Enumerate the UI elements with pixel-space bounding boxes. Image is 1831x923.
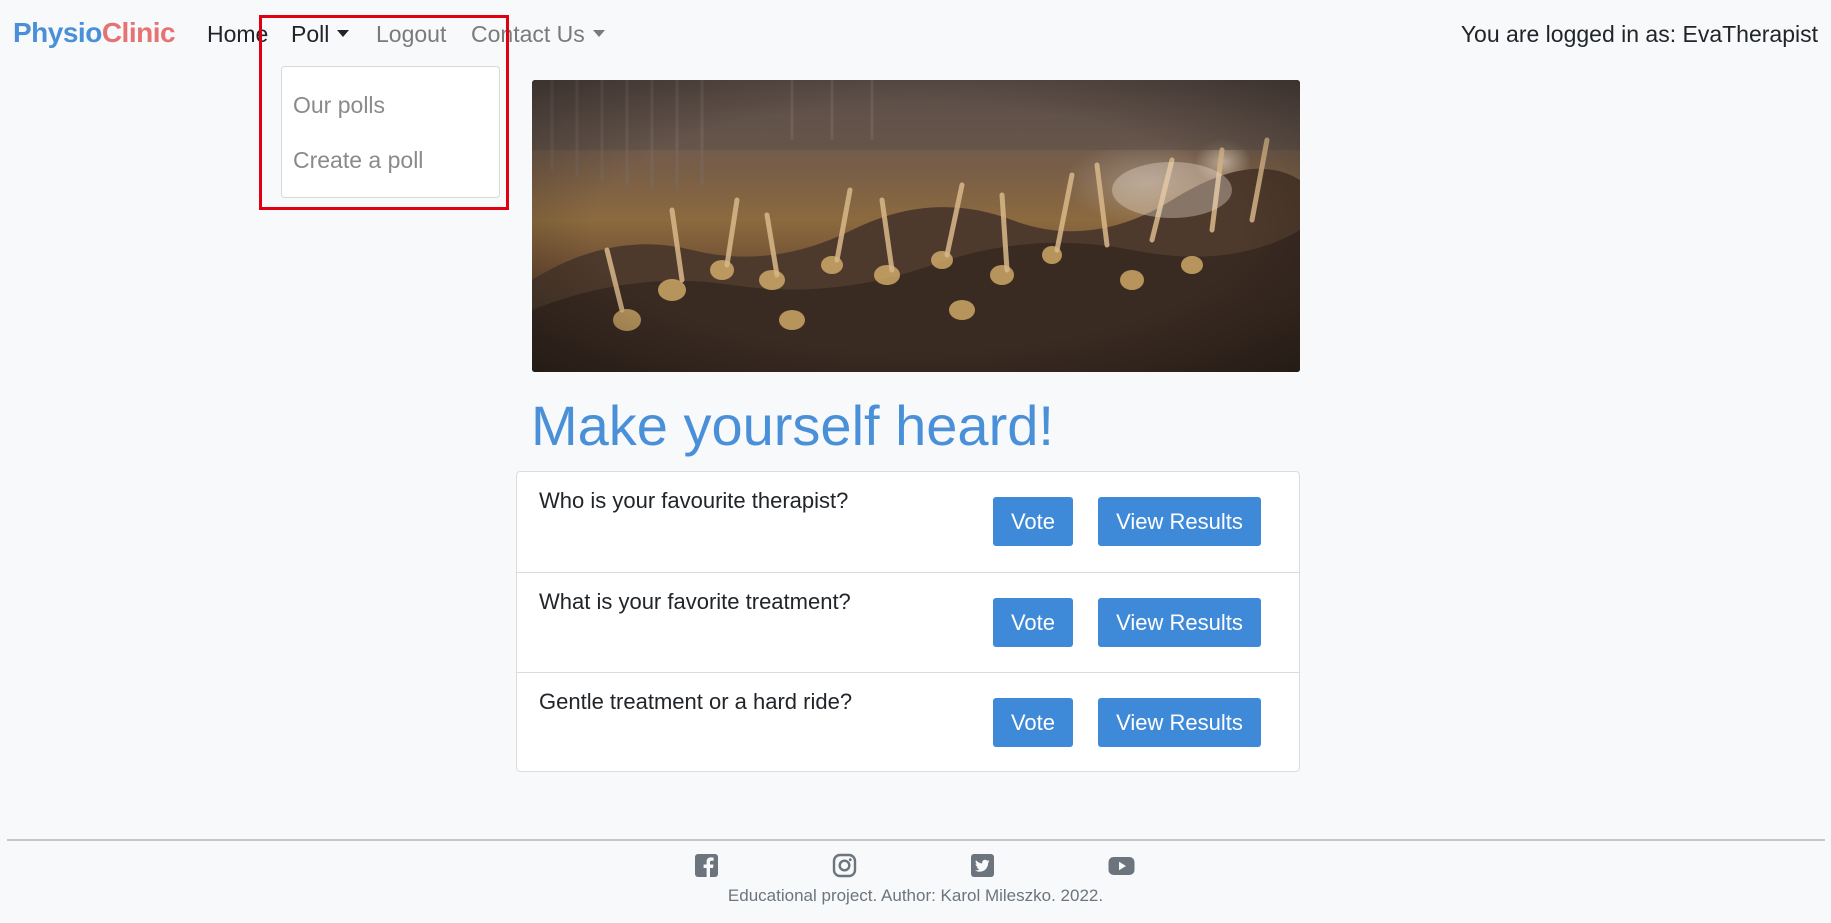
poll-dropdown-menu: Our polls Create a poll [281,66,500,198]
nav-poll-dropdown-toggle[interactable]: Poll [291,19,350,49]
footer-credits: Educational project. Author: Karol Miles… [727,886,1104,905]
poll-item: What is your favorite treatment? Vote Vi… [517,572,1299,672]
vote-button[interactable]: Vote [993,698,1073,747]
poll-list: Who is your favourite therapist? Vote Vi… [516,471,1300,772]
nav-poll-label: Poll [291,21,330,47]
vote-button[interactable]: Vote [993,598,1073,647]
page-title: Make yourself heard! [531,394,1054,457]
logged-in-user-text: You are logged in as: EvaTherapist [1460,21,1818,47]
poll-question: Gentle treatment or a hard ride? [539,689,853,714]
navbar: PhysioClinic Home Poll Logout Contact Us… [0,0,1831,68]
caret-down-icon [592,30,605,38]
dropdown-item-create-poll[interactable]: Create a poll [293,147,423,174]
poll-question: What is your favorite treatment? [539,589,851,614]
poll-item: Who is your favourite therapist? Vote Vi… [517,472,1299,572]
nav-contact-dropdown-toggle[interactable]: Contact Us [471,19,605,49]
brand-logo[interactable]: PhysioClinic [13,17,176,49]
nav-contact-label: Contact Us [471,21,585,47]
footer-divider [7,839,1825,841]
caret-down-icon [337,30,350,38]
view-results-button[interactable]: View Results [1098,698,1261,747]
facebook-icon[interactable] [694,853,719,878]
hero-image-crowd [532,80,1300,372]
view-results-button[interactable]: View Results [1098,598,1261,647]
brand-part-physio: Physio [13,17,102,48]
youtube-icon[interactable] [1108,853,1135,878]
view-results-button[interactable]: View Results [1098,497,1261,546]
instagram-icon[interactable] [832,853,857,878]
twitter-icon[interactable] [970,853,995,878]
vote-button[interactable]: Vote [993,497,1073,546]
crowd-illustration [532,80,1300,372]
nav-logout[interactable]: Logout [376,19,446,49]
dropdown-item-our-polls[interactable]: Our polls [293,92,385,119]
poll-question: Who is your favourite therapist? [539,488,849,513]
brand-part-clinic: Clinic [101,17,176,48]
nav-home[interactable]: Home [207,19,268,49]
poll-item: Gentle treatment or a hard ride? Vote Vi… [517,672,1299,772]
